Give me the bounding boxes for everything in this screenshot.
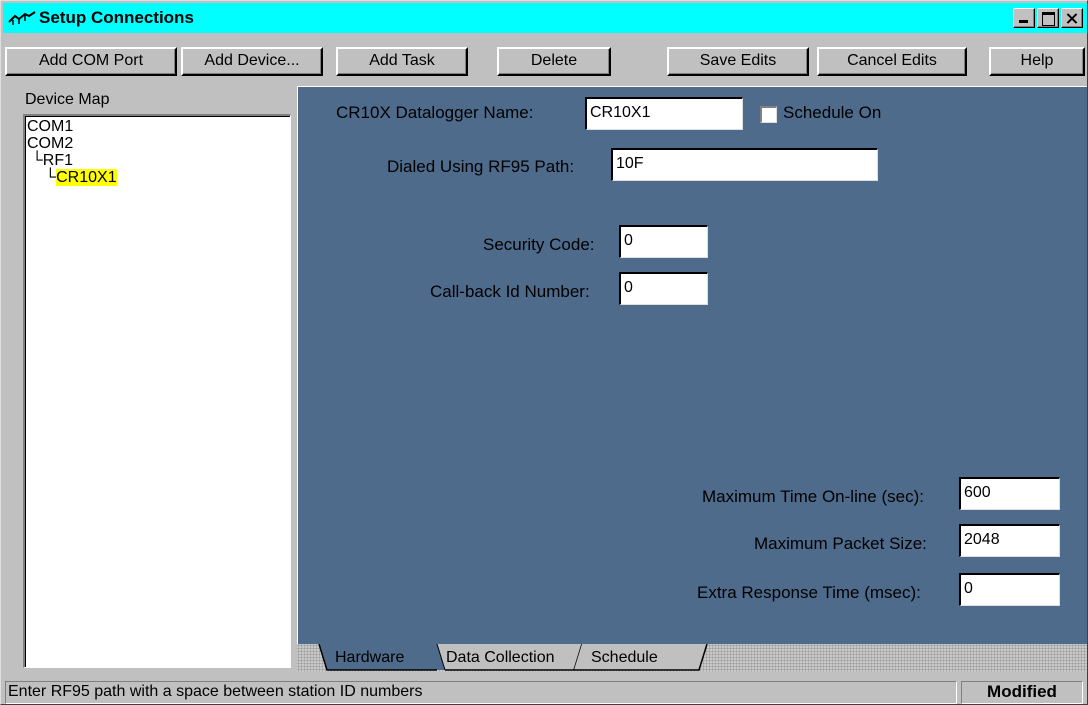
callback-id-field[interactable]: 0 <box>619 272 708 305</box>
extra-response-time-field[interactable]: 0 <box>959 573 1060 606</box>
max-packet-size-label: Maximum Packet Size: <box>754 534 927 553</box>
cancel-edits-button[interactable]: Cancel Edits <box>817 47 967 76</box>
device-map-tree[interactable]: COM1 COM2 └RF1 └CR10X1 <box>23 114 291 668</box>
max-packet-size-field[interactable]: 2048 <box>959 524 1060 557</box>
status-badge: Modified <box>961 681 1083 704</box>
schedule-on-checkbox[interactable] <box>760 106 777 123</box>
tab-strip: Hardware Data Collection Schedule <box>297 644 1087 672</box>
dialed-path-label: Dialed Using RF95 Path: <box>387 157 575 176</box>
tree-item-com2[interactable]: COM2 <box>27 136 288 153</box>
window-title: Setup Connections <box>39 8 194 27</box>
tree-item-cr10x1[interactable]: └CR10X1 <box>27 169 288 187</box>
status-bar: Enter RF95 path with a space between sta… <box>5 681 1083 705</box>
app-icon <box>8 11 36 25</box>
add-task-button[interactable]: Add Task <box>336 47 468 76</box>
extra-response-time-label: Extra Response Time (msec): <box>697 583 921 602</box>
tab-schedule[interactable]: Schedule <box>591 649 658 667</box>
max-time-online-field[interactable]: 600 <box>959 477 1060 510</box>
tree-item-label-selected: CR10X1 <box>56 169 117 186</box>
security-code-label: Security Code: <box>483 235 595 254</box>
toolbar: Add COM Port Add Device... Add Task Dele… <box>5 47 1085 77</box>
tree-connector: └ <box>27 169 57 186</box>
title-bar[interactable]: Setup Connections <box>3 3 1087 33</box>
max-time-online-label: Maximum Time On-line (sec): <box>702 487 924 506</box>
tab-hardware[interactable]: Hardware <box>335 649 404 667</box>
delete-button[interactable]: Delete <box>497 47 611 76</box>
status-message: Enter RF95 path with a space between sta… <box>5 681 957 704</box>
add-device-button[interactable]: Add Device... <box>181 47 323 76</box>
datalogger-name-field[interactable]: CR10X1 <box>585 97 743 130</box>
window-controls <box>1011 8 1083 28</box>
tree-item-label: RF1 <box>42 152 74 169</box>
tree-item-rf1[interactable]: └RF1 <box>27 153 288 170</box>
security-code-field[interactable]: 0 <box>619 225 708 258</box>
maximize-icon[interactable] <box>1037 8 1059 28</box>
add-com-port-button[interactable]: Add COM Port <box>5 47 177 76</box>
tab-data-collection[interactable]: Data Collection <box>446 649 555 667</box>
tree-connector: └ <box>27 152 43 169</box>
minimize-icon[interactable] <box>1013 8 1035 28</box>
dialed-path-field[interactable]: 10F <box>611 148 878 181</box>
tree-item-label: COM2 <box>27 135 74 152</box>
tree-item-label: COM1 <box>27 118 74 135</box>
device-map-label: Device Map <box>25 91 110 108</box>
setup-connections-window: Setup Connections Add COM Port Add Devic… <box>0 0 1088 705</box>
help-button[interactable]: Help <box>989 47 1085 76</box>
tree-item-com1[interactable]: COM1 <box>27 119 288 136</box>
hardware-panel: CR10X Datalogger Name: CR10X1 Schedule O… <box>297 86 1087 644</box>
save-edits-button[interactable]: Save Edits <box>667 47 809 76</box>
datalogger-name-label: CR10X Datalogger Name: <box>336 103 534 122</box>
schedule-on-label: Schedule On <box>783 103 882 122</box>
callback-id-label: Call-back Id Number: <box>430 282 590 301</box>
close-icon[interactable] <box>1061 8 1083 28</box>
